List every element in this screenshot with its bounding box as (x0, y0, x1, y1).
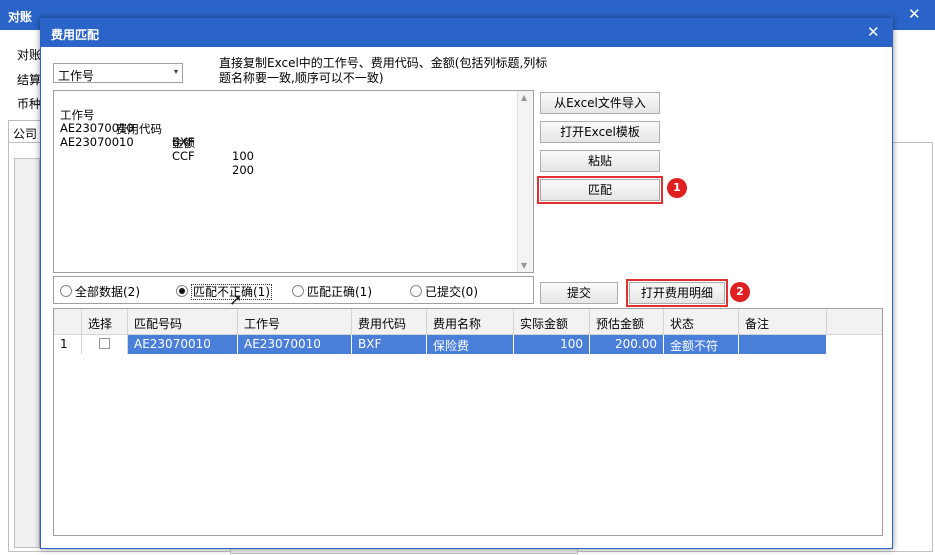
dialog-close-icon[interactable]: ✕ (867, 23, 880, 41)
filter-all-label: 全部数据(2) (75, 285, 140, 299)
filter-match-ok-radio[interactable]: 匹配正确(1) (292, 283, 372, 300)
row-number: 1 (54, 335, 82, 354)
filter-submitted-label: 已提交(0) (425, 285, 478, 299)
match-button-highlight (537, 176, 663, 204)
paste-hint-text: 直接复制Excel中的工作号、费用代码、金额(包括列标题,列标题名称要一致,顺序… (219, 56, 548, 85)
filter-submitted-radio[interactable]: 已提交(0) (410, 283, 478, 300)
dialog-title-bar: 费用匹配 ✕ (41, 19, 892, 47)
match-result-grid: 选择 匹配号码 工作号 费用代码 费用名称 实际金额 预估金额 状态 备注 1 … (53, 308, 883, 536)
filter-all-radio[interactable]: 全部数据(2) (60, 283, 140, 300)
paste-cell: AE23070010 (60, 135, 134, 149)
cell-job-no: AE23070010 (238, 335, 352, 354)
chevron-down-icon: ▾ (173, 67, 178, 76)
scroll-up-icon[interactable]: ▲ (521, 93, 527, 102)
fee-match-dialog: 费用匹配 ✕ 工作号 ▾ 直接复制Excel中的工作号、费用代码、金额(包括列标… (40, 18, 893, 549)
filter-match-ok-label: 匹配正确(1) (307, 285, 372, 299)
grid-header-actual-amount[interactable]: 实际金额 (514, 309, 590, 335)
cell-actual-amount: 100 (514, 335, 590, 354)
mouse-cursor-icon: ➚ (229, 290, 243, 309)
grid-header-select[interactable]: 选择 (82, 309, 128, 335)
cell-status: 金额不符 (664, 335, 739, 354)
radio-icon (292, 285, 304, 297)
grid-header-fee-name[interactable]: 费用名称 (427, 309, 514, 335)
paste-button[interactable]: 粘贴 (540, 150, 660, 172)
paste-row-line: AE23070010 CCF 200 (60, 121, 254, 191)
open-excel-template-button[interactable]: 打开Excel模板 (540, 121, 660, 143)
cell-fee-code: BXF (352, 335, 427, 354)
radio-icon (60, 285, 72, 297)
background-label-currency: 币种 (17, 97, 42, 111)
grid-header-fee-code[interactable]: 费用代码 (352, 309, 427, 335)
row-select-checkbox[interactable] (99, 338, 110, 349)
paste-cell: 200 (232, 163, 254, 177)
table-row[interactable]: 1 AE23070010 AE23070010 BXF 保险费 100 200.… (54, 335, 827, 354)
import-excel-button[interactable]: 从Excel文件导入 (540, 92, 660, 114)
row-select-cell (82, 335, 128, 354)
match-field-select[interactable]: 工作号 ▾ (53, 63, 183, 83)
paste-data-textarea[interactable]: 工作号 费用代码 金额 AE23070010 BXF 100 AE2307001… (53, 90, 534, 273)
grid-header-remark[interactable]: 备注 (739, 309, 827, 335)
background-window-title: 对账 (8, 10, 33, 24)
cell-fee-name: 保险费 (427, 335, 514, 354)
background-label-reconcile: 对账 (17, 48, 42, 62)
match-filter-group: 全部数据(2) 匹配不正确(1) 匹配正确(1) 已提交(0) (53, 276, 534, 304)
grid-header-estimated-amount[interactable]: 预估金额 (590, 309, 664, 335)
step-badge-2: 2 (730, 282, 750, 302)
cell-match-no: AE23070010 (128, 335, 238, 354)
radio-selected-icon (176, 285, 188, 297)
paste-cell: 100 (232, 149, 254, 163)
grid-header-filler (827, 309, 882, 335)
scroll-down-icon[interactable]: ▼ (521, 261, 527, 270)
filter-mismatch-radio[interactable]: 匹配不正确(1) (176, 283, 272, 300)
cell-estimated-amount: 200.00 (590, 335, 664, 354)
open-fee-detail-highlight (626, 279, 728, 307)
radio-icon (410, 285, 422, 297)
paste-cell: BXF (172, 135, 195, 149)
grid-header-rownum (54, 309, 82, 335)
background-label-settlement: 结算 (17, 73, 42, 87)
grid-header-status[interactable]: 状态 (664, 309, 739, 335)
paste-cell: CCF (172, 149, 195, 163)
textarea-scrollbar[interactable]: ▲ ▼ (517, 91, 533, 272)
background-close-icon[interactable]: ✕ (908, 5, 921, 23)
dialog-title: 费用匹配 (51, 28, 100, 42)
background-inner-grid (14, 158, 40, 548)
grid-header-job-no[interactable]: 工作号 (238, 309, 352, 335)
submit-button[interactable]: 提交 (540, 282, 618, 304)
step-badge-1: 1 (667, 178, 687, 198)
match-field-value: 工作号 (58, 69, 95, 83)
grid-header-match-no[interactable]: 匹配号码 (128, 309, 238, 335)
cell-remark (739, 335, 827, 354)
